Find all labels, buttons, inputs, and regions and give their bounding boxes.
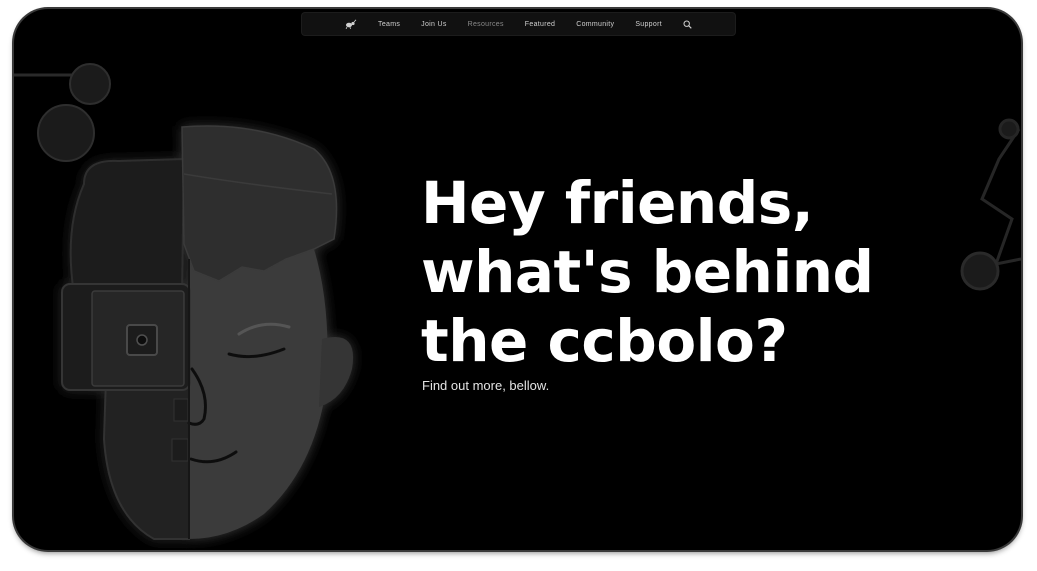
- nav-item-resources[interactable]: Resources: [468, 21, 504, 28]
- hero-title: Hey friends, what's behind the ccbolo?: [421, 169, 874, 376]
- right-molecule: [960, 118, 1021, 291]
- nav-item-teams[interactable]: Teams: [378, 21, 400, 28]
- browser-frame: Teams Join Us Resources Featured Communi…: [14, 9, 1021, 550]
- ant-logo-icon[interactable]: [345, 19, 357, 29]
- nav-item-featured[interactable]: Featured: [525, 21, 555, 28]
- left-bubbles: [14, 63, 111, 162]
- top-nav: Teams Join Us Resources Featured Communi…: [302, 13, 735, 35]
- nav-item-join-us[interactable]: Join Us: [421, 21, 446, 28]
- hero-subtitle: Find out more, bellow.: [422, 378, 550, 393]
- nav-item-support[interactable]: Support: [635, 21, 662, 28]
- hero-title-line: the ccbolo?: [421, 307, 788, 375]
- hero-title-line: what's behind: [421, 238, 874, 306]
- search-icon[interactable]: [683, 20, 692, 29]
- nav-item-community[interactable]: Community: [576, 21, 614, 28]
- hero-title-line: Hey friends,: [421, 169, 814, 237]
- face-illustration: [61, 125, 354, 540]
